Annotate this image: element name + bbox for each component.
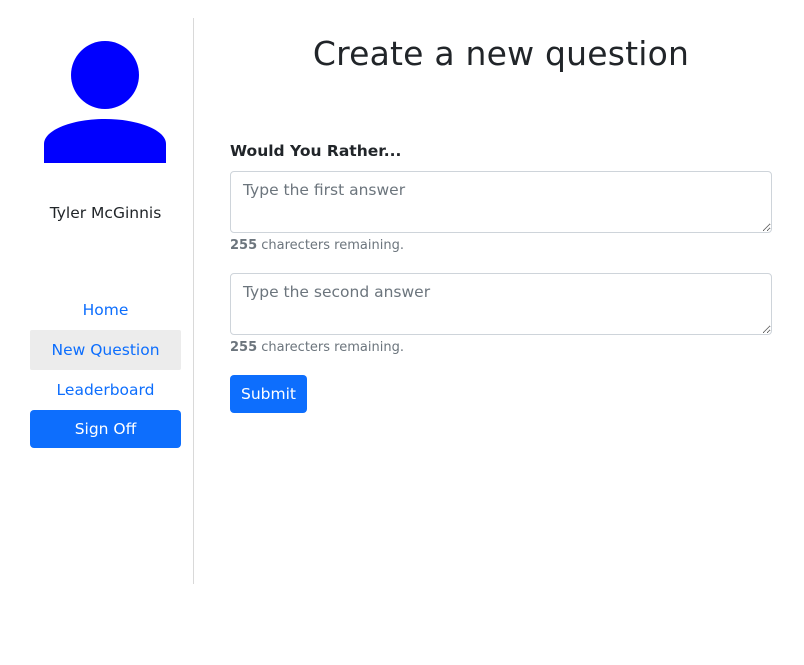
sign-off-button[interactable]: Sign Off [30, 410, 181, 448]
user-avatar-icon [44, 41, 166, 163]
first-answer-remaining-text: charecters remaining. [257, 238, 404, 253]
page-title: Create a new question [312, 34, 690, 73]
nav-item-new-question[interactable]: New Question [30, 330, 181, 370]
nav-item-home[interactable]: Home [30, 290, 181, 330]
submit-button[interactable]: Submit [230, 375, 307, 413]
question-prompt: Would You Rather... [230, 142, 402, 160]
second-answer-char-count: 255 charecters remaining. [230, 340, 404, 355]
second-answer-remaining-count: 255 [230, 340, 258, 355]
first-answer-field[interactable] [230, 171, 772, 233]
sidebar-divider [193, 18, 194, 584]
second-answer-remaining-text: charecters remaining. [257, 340, 404, 355]
user-name: Tyler McGinnis [49, 204, 162, 222]
first-answer-remaining-count: 255 [230, 238, 258, 253]
sidebar-nav: Home New Question Leaderboard Sign Off [30, 290, 181, 448]
second-answer-field[interactable] [230, 273, 772, 335]
first-answer-char-count: 255 charecters remaining. [230, 238, 404, 253]
nav-item-leaderboard[interactable]: Leaderboard [30, 370, 181, 410]
